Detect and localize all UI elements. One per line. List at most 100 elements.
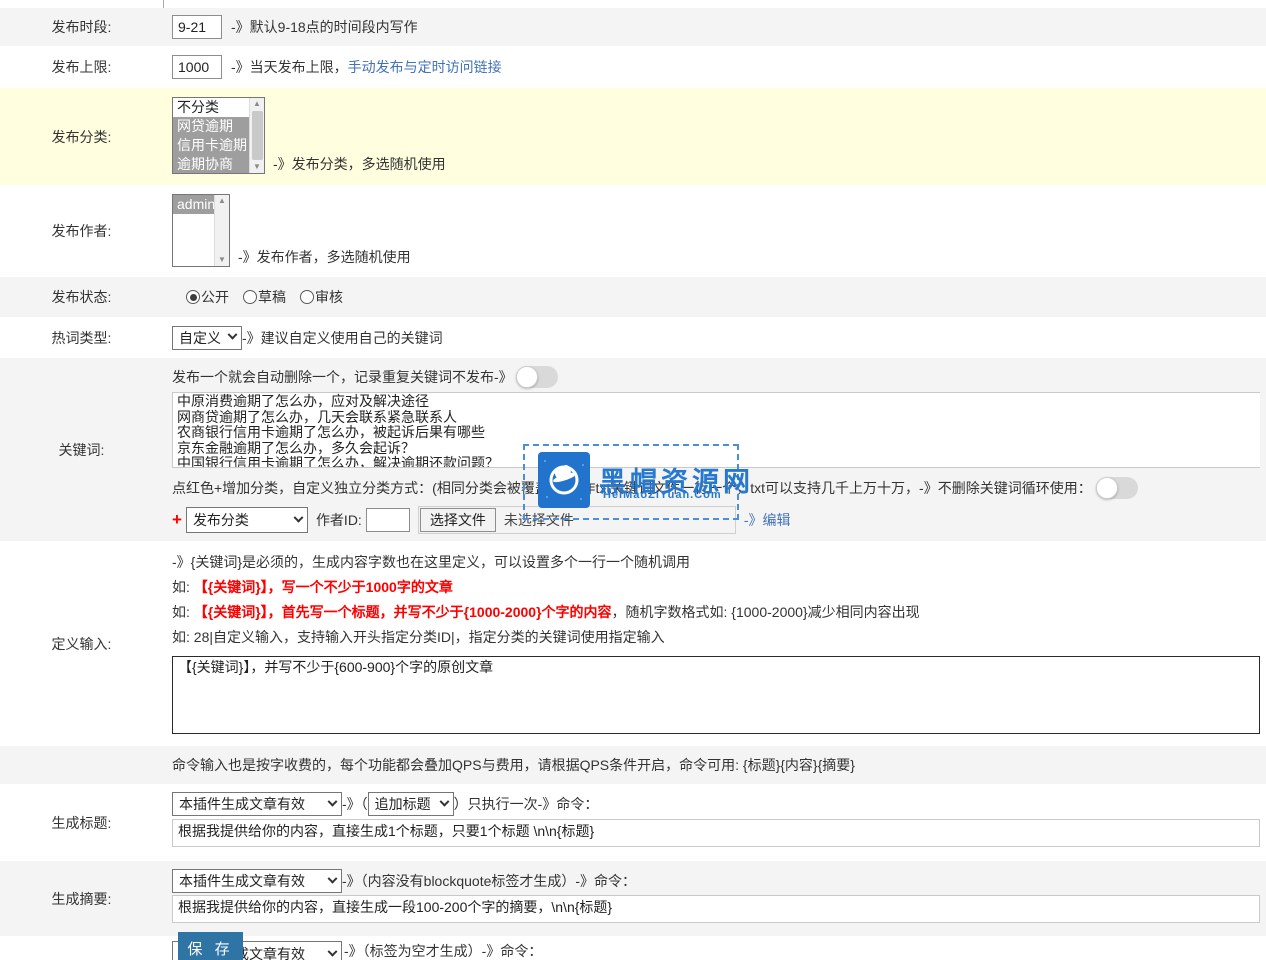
save-button[interactable]: 保 存 — [178, 932, 243, 960]
add-category-button[interactable]: + — [172, 510, 182, 530]
row-hotword-type: 热词类型: 自定义 -》建议自定义使用自己的关键词 — [0, 317, 1266, 358]
keyword-category-value: 发布分类 — [193, 510, 249, 530]
radio-draft-label: 草稿 — [258, 287, 286, 307]
generate-title-command-textarea[interactable]: 根据我提供给你的内容，直接生成1个标题，只要1个标题 \n\n{标题} — [172, 819, 1260, 847]
edit-keywords-link[interactable]: -》编辑 — [744, 510, 791, 530]
file-status-text: 未选择文件 — [504, 510, 574, 530]
divider — [163, 0, 164, 8]
manual-publish-link[interactable]: 手动发布与定时访问链接 — [348, 57, 502, 77]
keyword-loop-toggle[interactable] — [1096, 477, 1138, 499]
chevron-down-icon — [328, 946, 338, 956]
generate-digest-command-textarea[interactable]: 根据我提供给你的内容，直接生成一段100-200个字的摘要，\n\n{标题} — [172, 895, 1260, 923]
row-generate-digest: 生成摘要: 本插件生成文章有效 -》（内容没有blockquote标签才生成）-… — [0, 861, 1266, 936]
scroll-down-icon[interactable]: ▼ — [253, 162, 261, 172]
keywords-category-hint: 点红色+增加分类，自定义独立分类方式：(相同分类会被覆盖)，制作txt关键词文件… — [172, 478, 1092, 498]
publish-time-input[interactable] — [172, 15, 222, 39]
publish-status-label: 发布状态: — [0, 277, 163, 317]
generate-title-mode-value: 本插件生成文章有效 — [179, 794, 305, 814]
keyword-category-select[interactable]: 发布分类 — [186, 507, 308, 533]
auto-delete-toggle[interactable] — [516, 366, 558, 388]
scrollbar-thumb[interactable] — [252, 111, 263, 160]
hotword-type-hint: -》建议自定义使用自己的关键词 — [242, 328, 443, 348]
hotword-type-label: 热词类型: — [0, 317, 163, 358]
row-publish-limit: 发布上限: -》当天发布上限， 手动发布与定时访问链接 — [0, 46, 1266, 88]
chevron-down-icon — [228, 330, 238, 340]
keywords-textarea[interactable]: 中原消费逾期了怎么办，应对及解决途径 网商贷逾期了怎么办，几天会联系紧急联系人 … — [172, 392, 1260, 468]
example-prefix: 如: — [172, 604, 194, 620]
define-hint-line4: 如: 28|自定义输入，支持输入开头指定分类ID|，指定分类的关键词使用指定输入 — [172, 629, 1266, 646]
listbox-scrollbar[interactable]: ▲ ▼ — [214, 195, 229, 266]
row-command-notice: 命令输入也是按字收费的，每个功能都会叠加QPS与费用，请根据QPS条件开启，命令… — [0, 746, 1266, 784]
keyword-file-input[interactable]: 选择文件 未选择文件 — [418, 506, 736, 534]
publish-author-hint: -》发布作者，多选随机使用 — [238, 247, 411, 267]
radio-review-icon[interactable] — [300, 290, 314, 304]
publish-time-hint: -》默认9-18点的时间段内写作 — [231, 17, 418, 37]
generate-tag-rest-text: -》（标签为空才生成）-》命令： — [344, 941, 542, 960]
append-title-value: 追加标题 — [375, 794, 431, 814]
hotword-type-select[interactable]: 自定义 — [172, 326, 242, 350]
example-rest-text: ，随机字数格式如: {1000-2000}减少相同内容出现 — [612, 604, 920, 620]
append-title-select[interactable]: 追加标题 — [368, 792, 454, 816]
chevron-down-icon — [328, 873, 338, 883]
publish-category-listbox[interactable]: 不分类 网贷逾期 信用卡逾期 逾期协商 ▲ ▼ — [172, 97, 265, 174]
publish-limit-input[interactable] — [172, 55, 222, 79]
listbox-option[interactable]: 网贷逾期 — [173, 117, 249, 136]
generate-digest-label: 生成摘要: — [0, 861, 163, 936]
keywords-auto-delete-hint: 发布一个就会自动删除一个，记录重复关键词不发布-》 — [172, 367, 513, 387]
row-publish-author: 发布作者: admin ▲ ▼ -》发布作者，多选随机使用 — [0, 185, 1266, 277]
empty-label — [0, 746, 163, 784]
previous-row-remnant — [0, 0, 1266, 8]
define-input-label: 定义输入: — [0, 541, 163, 746]
row-publish-status: 发布状态: 公开 草稿 审核 — [0, 277, 1266, 317]
empty-label — [0, 936, 163, 960]
chevron-down-icon — [328, 796, 338, 806]
example-red-text: 【{关键词}】，写一个不少于1000字的文章 — [194, 579, 453, 595]
radio-draft-icon[interactable] — [243, 290, 257, 304]
publish-time-label: 发布时段: — [0, 8, 163, 46]
row-keywords: 关键词: 发布一个就会自动删除一个，记录重复关键词不发布-》 中原消费逾期了怎么… — [0, 358, 1266, 541]
hotword-type-value: 自定义 — [179, 328, 221, 348]
publish-limit-label: 发布上限: — [0, 46, 163, 88]
radio-item-draft[interactable]: 草稿 — [243, 287, 286, 307]
listbox-option[interactable]: admin — [173, 195, 214, 214]
publish-author-listbox[interactable]: admin ▲ ▼ — [172, 194, 230, 267]
scroll-down-icon[interactable]: ▼ — [218, 255, 226, 265]
listbox-option[interactable]: 逾期协商 — [173, 155, 249, 173]
choose-file-button[interactable]: 选择文件 — [420, 508, 496, 532]
radio-public-icon[interactable] — [186, 290, 200, 304]
author-id-input[interactable] — [366, 508, 410, 532]
radio-public-label: 公开 — [201, 287, 229, 307]
generate-digest-mode-value: 本插件生成文章有效 — [179, 871, 305, 891]
author-id-label: 作者ID: — [316, 510, 362, 530]
toggle-knob — [516, 366, 538, 388]
generate-title-rest-text: ）只执行一次-》命令： — [454, 794, 599, 814]
radio-item-public[interactable]: 公开 — [186, 287, 229, 307]
listbox-option[interactable]: 信用卡逾期 — [173, 136, 249, 155]
define-input-textarea[interactable]: 【{关键词}】，并写不少于{600-900}个字的原创文章 — [172, 656, 1260, 734]
define-hint-line3: 如: 【{关键词}】，首先写一个标题，并写不少于{1000-2000}个字的内容… — [172, 604, 1266, 621]
generate-title-mid-text: -》（ — [342, 794, 368, 814]
command-notice-text: 命令输入也是按字收费的，每个功能都会叠加QPS与费用，请根据QPS条件开启，命令… — [172, 755, 855, 775]
generate-title-label: 生成标题: — [0, 784, 163, 861]
generate-digest-mode-select[interactable]: 本插件生成文章有效 — [172, 869, 342, 893]
radio-item-review[interactable]: 审核 — [300, 287, 343, 307]
define-hint-line2: 如: 【{关键词}】，写一个不少于1000字的文章 — [172, 579, 1266, 596]
row-generate-title: 生成标题: 本插件生成文章有效 -》（ 追加标题 ）只执行一次-》命令： 根据我… — [0, 784, 1266, 861]
example-prefix: 如: — [172, 579, 194, 595]
listbox-scrollbar[interactable]: ▲ ▼ — [249, 98, 264, 173]
publish-category-hint: -》发布分类，多选随机使用 — [273, 154, 446, 174]
listbox-option[interactable]: 不分类 — [173, 98, 249, 117]
chevron-down-icon — [439, 796, 449, 806]
scroll-up-icon[interactable]: ▲ — [253, 99, 261, 109]
generate-title-mode-select[interactable]: 本插件生成文章有效 — [172, 792, 342, 816]
example-red-text: 【{关键词}】，首先写一个标题，并写不少于{1000-2000}个字的内容 — [194, 604, 612, 620]
scrollbar-track[interactable] — [217, 208, 228, 253]
row-define-input: 定义输入: -》{关键词}是必须的，生成内容字数也在这里定义，可以设置多个一行一… — [0, 541, 1266, 746]
scroll-up-icon[interactable]: ▲ — [218, 196, 226, 206]
publish-category-label: 发布分类: — [0, 88, 163, 185]
toggle-knob — [1096, 477, 1118, 499]
chevron-down-icon — [293, 512, 303, 522]
row-publish-time: 发布时段: -》默认9-18点的时间段内写作 — [0, 8, 1266, 46]
publish-author-label: 发布作者: — [0, 185, 163, 277]
publish-limit-hint: -》当天发布上限， — [231, 57, 348, 77]
